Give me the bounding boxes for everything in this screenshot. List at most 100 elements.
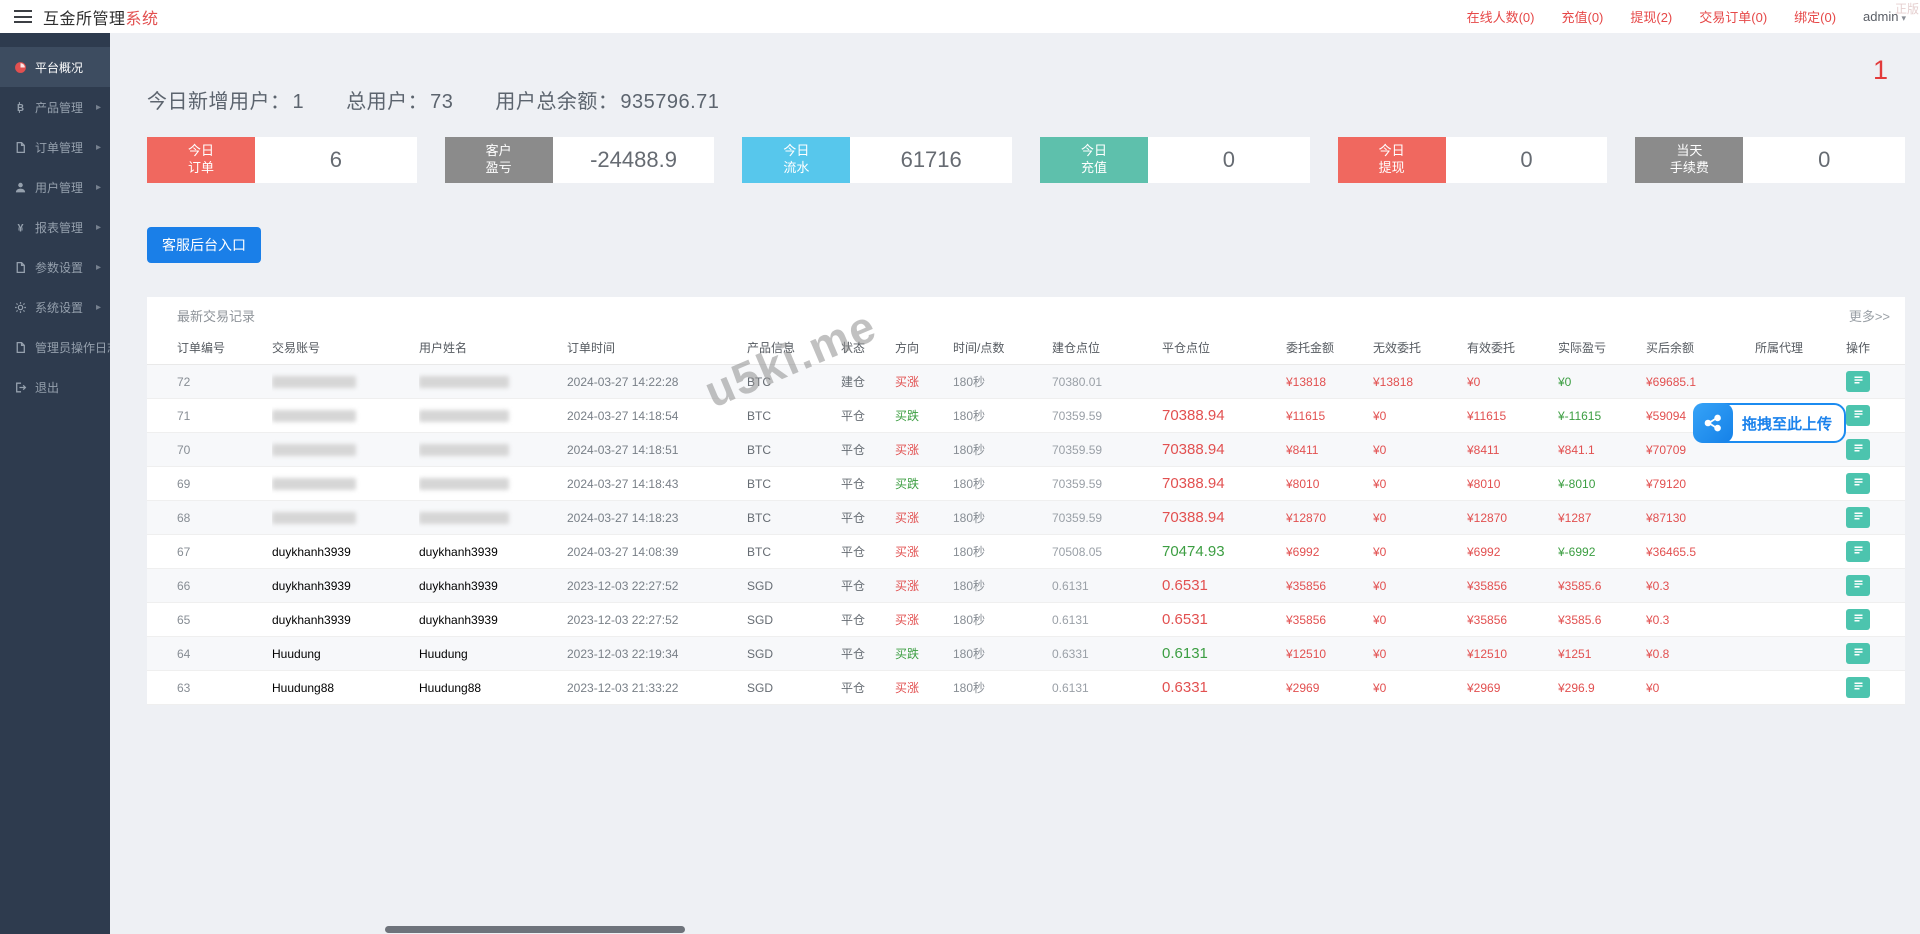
- cell-action: [1846, 467, 1905, 501]
- sidebar-item-overview[interactable]: 平台概况: [0, 47, 110, 87]
- cell-duration: 180秒: [953, 467, 1052, 501]
- cell-valid: ¥6992: [1467, 535, 1558, 569]
- cell-amount: ¥8411: [1286, 433, 1373, 467]
- sidebar-item-products[interactable]: B产品管理▸: [0, 87, 110, 127]
- kpi-card-label: 今日 流水: [742, 137, 850, 183]
- more-link[interactable]: 更多>>: [1849, 306, 1890, 325]
- row-action-button[interactable]: [1846, 643, 1870, 664]
- row-action-button[interactable]: [1846, 575, 1870, 596]
- cell-invalid: ¥0: [1373, 637, 1467, 671]
- cell-username: [419, 467, 567, 501]
- cell-amount: ¥8010: [1286, 467, 1373, 501]
- cell-product: SGD: [747, 603, 841, 637]
- cell-account: duykhanh3939: [272, 535, 419, 569]
- cell-agent: [1755, 365, 1846, 399]
- sidebar-item-label: 报表管理: [35, 219, 83, 236]
- column-header: 所属代理: [1755, 332, 1846, 365]
- latest-trades-panel: 最新交易记录 更多>> 订单编号交易账号用户姓名订单时间产品信息状态方向时间/点…: [147, 297, 1905, 705]
- cell-order-id: 65: [147, 603, 272, 637]
- row-action-button[interactable]: [1846, 405, 1870, 426]
- topbar-link[interactable]: 提现(2): [1630, 7, 1672, 26]
- cell-open-point: 70359.59: [1052, 501, 1162, 535]
- form-icon: [1852, 646, 1865, 661]
- cell-order-time: 2024-03-27 14:22:28: [567, 365, 747, 399]
- column-header: 订单时间: [567, 332, 747, 365]
- trades-table: 订单编号交易账号用户姓名订单时间产品信息状态方向时间/点数建仓点位平仓点位委托金…: [147, 332, 1905, 705]
- cell-direction: 买涨: [895, 671, 953, 705]
- cell-order-time: 2024-03-27 14:18:51: [567, 433, 747, 467]
- topbar-link[interactable]: 充值(0): [1561, 7, 1603, 26]
- masked-name: [419, 410, 509, 422]
- cell-action: [1846, 671, 1905, 705]
- main-content: 1 今日新增用户：1 总用户：73 用户总余额：935796.71 今日 订单6…: [110, 33, 1920, 934]
- masked-name: [419, 376, 509, 388]
- column-header: 无效委托: [1373, 332, 1467, 365]
- masked-account: [272, 444, 356, 456]
- dashboard-icon: [13, 60, 28, 74]
- cell-invalid: ¥0: [1373, 603, 1467, 637]
- cell-direction: 买涨: [895, 535, 953, 569]
- masked-account: [272, 410, 356, 422]
- cell-open-point: 70359.59: [1052, 399, 1162, 433]
- sidebar-item-admin-log[interactable]: 管理员操作日志: [0, 327, 110, 367]
- cell-order-time: 2024-03-27 14:08:39: [567, 535, 747, 569]
- cell-invalid: ¥13818: [1373, 365, 1467, 399]
- table-row: 722024-03-27 14:22:28BTC建仓买涨180秒70380.01…: [147, 365, 1905, 399]
- sidebar-item-orders[interactable]: 订单管理▸: [0, 127, 110, 167]
- cell-open-point: 0.6131: [1052, 569, 1162, 603]
- cell-valid: ¥2969: [1467, 671, 1558, 705]
- form-icon: [1852, 476, 1865, 491]
- row-action-button[interactable]: [1846, 507, 1870, 528]
- sidebar-item-system[interactable]: 系统设置▸: [0, 287, 110, 327]
- cell-valid: ¥12510: [1467, 637, 1558, 671]
- cell-order-id: 63: [147, 671, 272, 705]
- topbar-link[interactable]: 绑定(0): [1794, 7, 1836, 26]
- horizontal-scrollbar-thumb[interactable]: [385, 926, 685, 933]
- topbar-link[interactable]: 在线人数(0): [1467, 7, 1535, 26]
- cell-agent: [1755, 569, 1846, 603]
- cell-account: duykhanh3939: [272, 569, 419, 603]
- cell-amount: ¥12510: [1286, 637, 1373, 671]
- bitcoin-icon: B: [13, 100, 28, 114]
- cell-status: 平仓: [841, 671, 895, 705]
- row-action-button[interactable]: [1846, 473, 1870, 494]
- kpi-card-value: 0: [1446, 137, 1608, 183]
- cell-invalid: ¥0: [1373, 535, 1467, 569]
- app-title: 互金所管理系统: [43, 5, 159, 29]
- sidebar-item-reports[interactable]: ¥报表管理▸: [0, 207, 110, 247]
- row-action-button[interactable]: [1846, 609, 1870, 630]
- share-nodes-icon: [1693, 403, 1733, 443]
- cell-duration: 180秒: [953, 433, 1052, 467]
- cell-balance: ¥36465.5: [1646, 535, 1755, 569]
- cell-duration: 180秒: [953, 671, 1052, 705]
- cell-duration: 180秒: [953, 399, 1052, 433]
- chevron-right-icon: ▸: [96, 302, 101, 313]
- cell-duration: 180秒: [953, 603, 1052, 637]
- cell-invalid: ¥0: [1373, 501, 1467, 535]
- cell-agent: [1755, 535, 1846, 569]
- cell-amount: ¥11615: [1286, 399, 1373, 433]
- cell-status: 建仓: [841, 365, 895, 399]
- cell-account: [272, 365, 419, 399]
- column-header: 实际盈亏: [1558, 332, 1646, 365]
- cell-direction: 买涨: [895, 569, 953, 603]
- kpi-card-3: 今日 充值0: [1040, 137, 1310, 183]
- sidebar-item-logout[interactable]: 退出: [0, 367, 110, 407]
- drag-upload-widget[interactable]: 拖拽至此上传: [1693, 403, 1846, 443]
- cell-open-point: 0.6131: [1052, 671, 1162, 705]
- cell-profit: ¥1251: [1558, 637, 1646, 671]
- row-action-button[interactable]: [1846, 541, 1870, 562]
- row-action-button[interactable]: [1846, 677, 1870, 698]
- svg-text:¥: ¥: [17, 222, 23, 234]
- menu-toggle-icon[interactable]: [14, 10, 32, 23]
- sidebar-item-params[interactable]: 参数设置▸: [0, 247, 110, 287]
- cell-username: [419, 433, 567, 467]
- row-action-button[interactable]: [1846, 439, 1870, 460]
- topbar-link[interactable]: 交易订单(0): [1699, 7, 1767, 26]
- kpi-card-2: 今日 流水61716: [742, 137, 1012, 183]
- row-action-button[interactable]: [1846, 371, 1870, 392]
- sidebar-item-users[interactable]: 用户管理▸: [0, 167, 110, 207]
- cell-duration: 180秒: [953, 637, 1052, 671]
- service-backend-button[interactable]: 客服后台入口: [147, 227, 261, 263]
- cell-invalid: ¥0: [1373, 569, 1467, 603]
